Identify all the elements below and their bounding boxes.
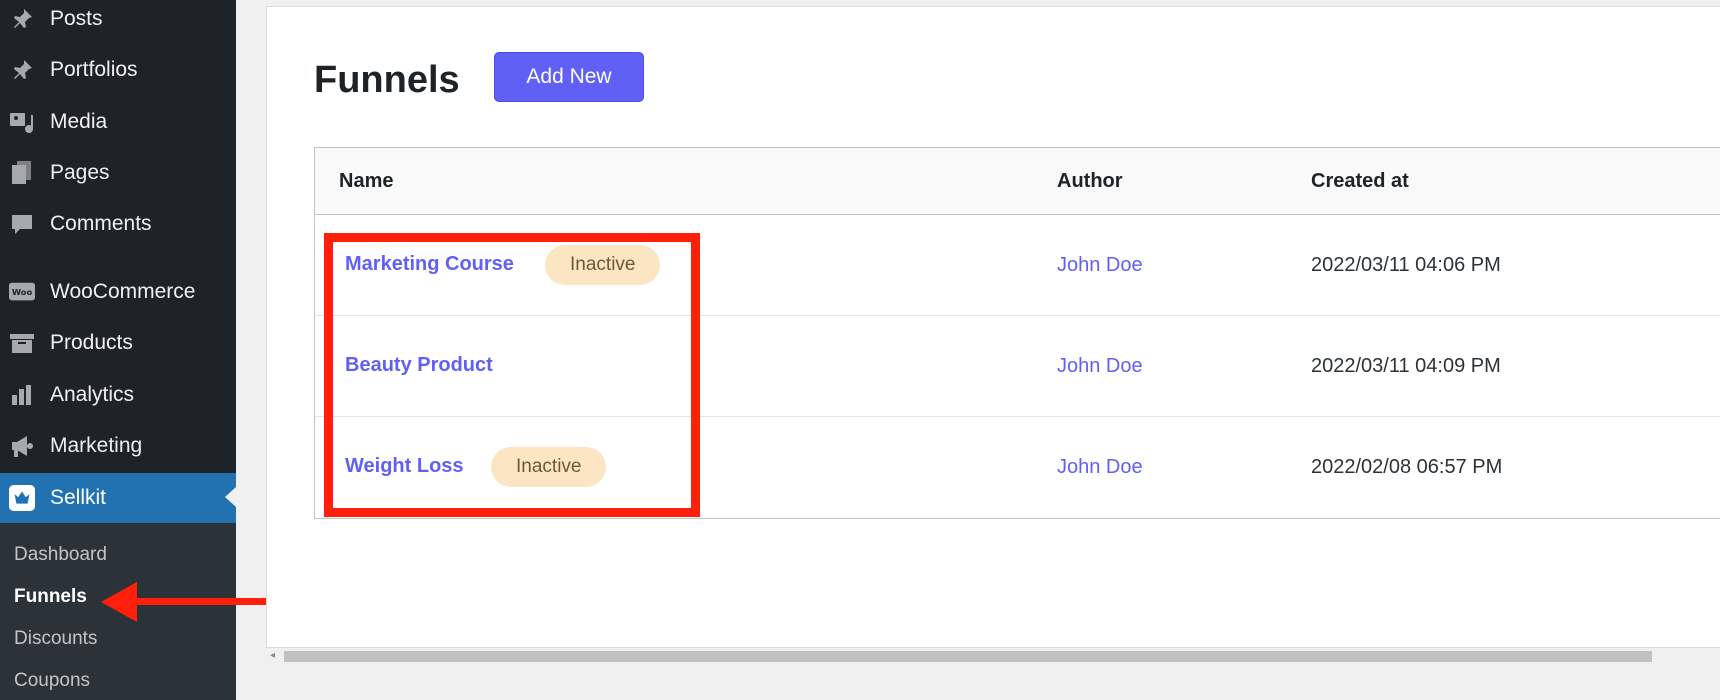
- submenu-item-dashboard[interactable]: Dashboard: [14, 544, 107, 566]
- submenu-item-coupons[interactable]: Coupons: [14, 670, 90, 692]
- status-badge: Inactive: [491, 447, 607, 487]
- sidebar-item-sellkit[interactable]: Sellkit: [0, 473, 236, 523]
- column-header-author: Author: [1057, 170, 1123, 192]
- sidebar-item-label: WooCommerce: [50, 280, 196, 303]
- table-row: Beauty Product John Doe 2022/03/11 04:09…: [315, 316, 1720, 417]
- funnels-table: Name Author Created at Marketing Course …: [314, 147, 1720, 519]
- created-at: 2022/03/11 04:09 PM: [1311, 355, 1501, 377]
- table-row: Marketing Course Inactive John Doe 2022/…: [315, 215, 1720, 316]
- page-title: Funnels: [314, 59, 460, 101]
- sidebar-item-label: Comments: [50, 212, 152, 235]
- created-at: 2022/03/11 04:06 PM: [1311, 254, 1501, 276]
- sidebar-item-pages[interactable]: Pages: [0, 149, 236, 197]
- table-header: Name Author Created at: [315, 148, 1720, 215]
- sidebar-item-portfolios[interactable]: Portfolios: [0, 46, 236, 94]
- submenu-item-discounts[interactable]: Discounts: [14, 628, 97, 650]
- pin-icon: [9, 6, 35, 32]
- svg-text:Woo: Woo: [12, 287, 33, 297]
- comment-icon: [9, 211, 35, 237]
- scrollbar-thumb[interactable]: [284, 651, 1652, 662]
- sidebar-item-media[interactable]: Media: [0, 98, 236, 146]
- column-header-name: Name: [339, 170, 394, 192]
- sidebar-item-label: Posts: [50, 7, 103, 30]
- sidebar-item-analytics[interactable]: Analytics: [0, 371, 236, 419]
- pages-icon: [9, 160, 35, 186]
- bar-chart-icon: [9, 382, 35, 408]
- created-at: 2022/02/08 06:57 PM: [1311, 456, 1503, 478]
- author-link[interactable]: John Doe: [1057, 254, 1143, 277]
- woo-icon: Woo: [9, 279, 35, 305]
- pin-icon: [9, 57, 35, 83]
- horizontal-scrollbar[interactable]: ◂: [270, 648, 1720, 664]
- funnel-name-link[interactable]: Beauty Product: [345, 354, 493, 377]
- status-badge: Inactive: [545, 245, 661, 285]
- sidebar-item-label: Portfolios: [50, 58, 138, 81]
- author-link[interactable]: John Doe: [1057, 456, 1143, 479]
- sidebar-item-marketing[interactable]: Marketing: [0, 422, 236, 470]
- sidebar-item-label: Pages: [50, 161, 110, 184]
- sidebar-item-label: Sellkit: [50, 486, 107, 509]
- sidebar-item-label: Media: [50, 110, 108, 133]
- archive-icon: [9, 330, 35, 356]
- funnel-name-link[interactable]: Weight Loss: [345, 455, 464, 478]
- add-new-button[interactable]: Add New: [494, 52, 644, 102]
- sidebar-item-comments[interactable]: Comments: [0, 200, 236, 248]
- author-link[interactable]: John Doe: [1057, 355, 1143, 378]
- megaphone-icon: [9, 433, 35, 459]
- column-header-created-at: Created at: [1311, 170, 1409, 192]
- annotation-arrow-icon: [101, 582, 266, 622]
- sidebar-item-label: Analytics: [50, 383, 135, 406]
- sidebar-item-products[interactable]: Products: [0, 319, 236, 367]
- funnels-panel: Funnels Add New Name Author Created at M…: [266, 6, 1720, 648]
- funnel-name-link[interactable]: Marketing Course: [345, 253, 514, 276]
- sidebar-item-woocommerce[interactable]: Woo WooCommerce: [0, 268, 236, 316]
- sellkit-icon: [9, 485, 35, 511]
- sidebar-item-label: Marketing: [50, 434, 143, 457]
- submenu-item-funnels[interactable]: Funnels: [14, 586, 87, 608]
- sidebar-item-posts[interactable]: Posts: [0, 0, 236, 43]
- media-icon: [9, 109, 35, 135]
- table-row: Weight Loss Inactive John Doe 2022/02/08…: [315, 417, 1720, 518]
- sidebar-item-label: Products: [50, 331, 133, 354]
- scroll-left-icon[interactable]: ◂: [270, 650, 275, 661]
